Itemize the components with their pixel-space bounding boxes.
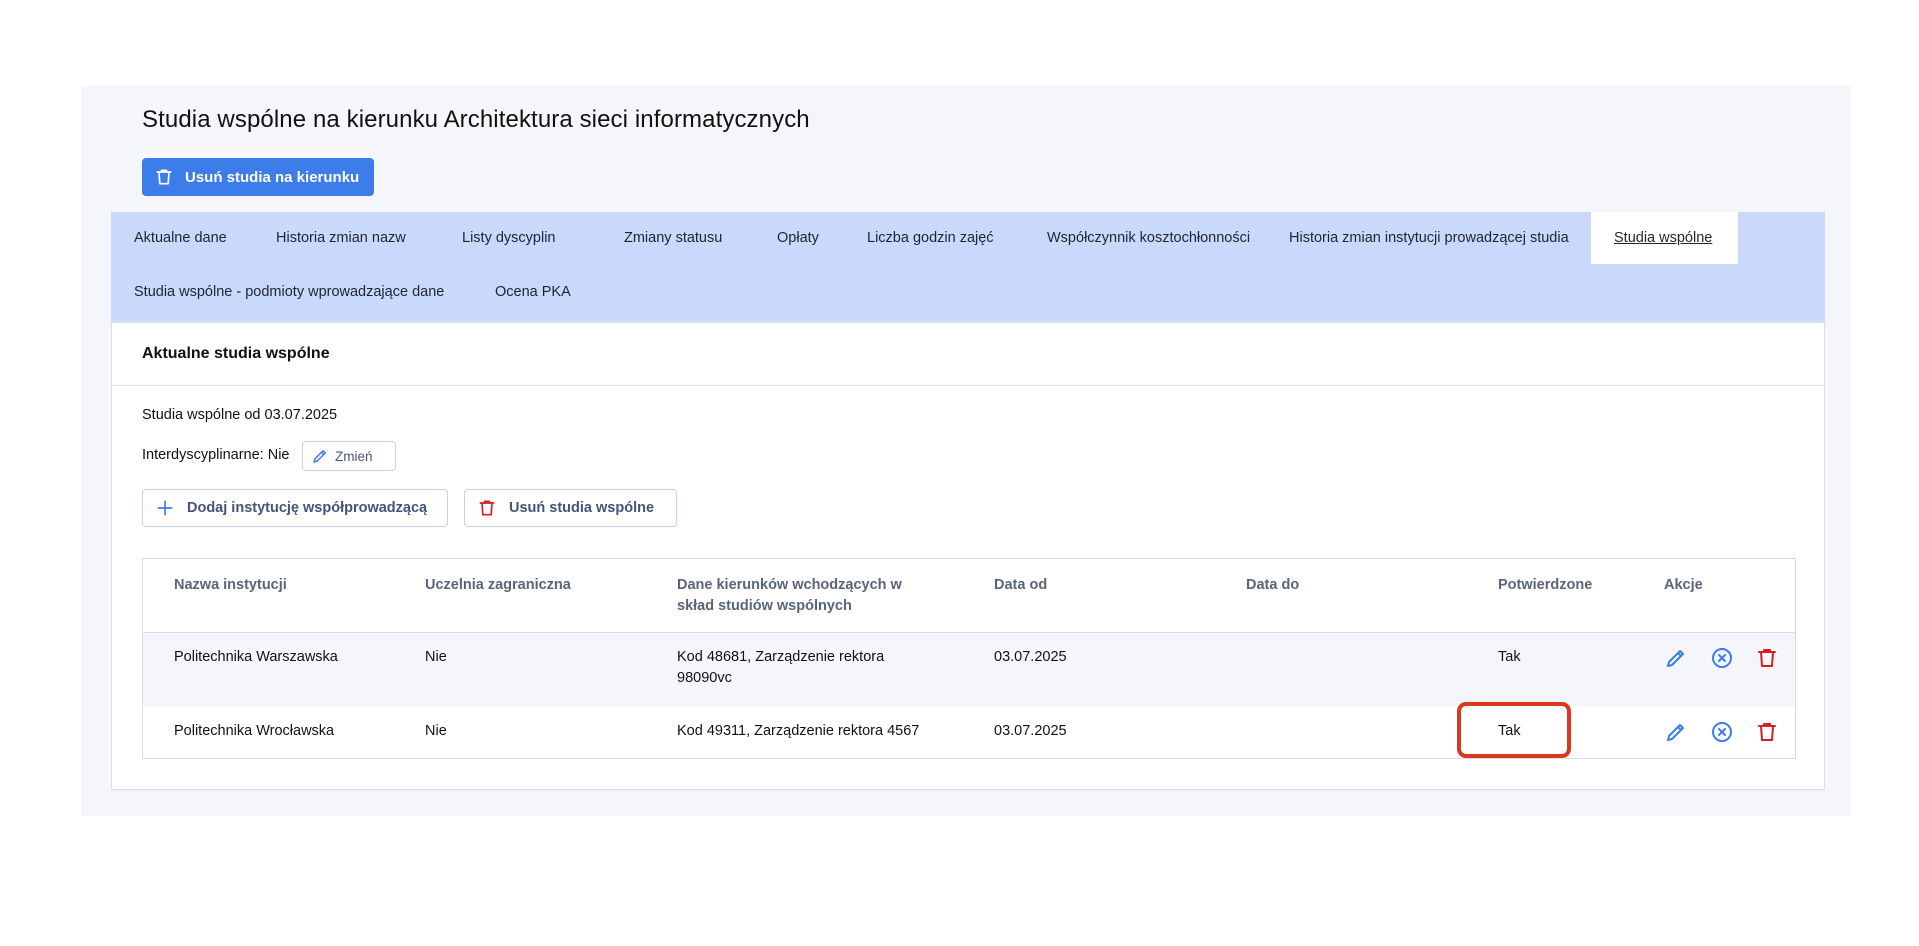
cell-programs: Kod 49311, Zarządzenie rektora 4567 xyxy=(677,721,919,742)
plus-icon xyxy=(157,500,173,516)
tab-status-changes[interactable]: Zmiany statusu xyxy=(601,212,745,264)
tab-bar: Aktualne dane Historia zmian nazw Listy … xyxy=(111,212,1825,322)
tab-name-history[interactable]: Historia zmian nazw xyxy=(253,212,429,264)
cell-confirmed: Tak xyxy=(1498,649,1521,665)
trash-icon[interactable] xyxy=(1755,720,1779,744)
header-date-from: Data od xyxy=(994,577,1048,593)
delete-study-program-label: Usuń studia na kierunku xyxy=(185,168,360,186)
cell-foreign: Nie xyxy=(425,649,447,665)
add-institution-button[interactable]: Dodaj instytucję współprowadzącą xyxy=(142,489,448,527)
cell-programs-line2: 98090vc xyxy=(677,670,732,686)
highlight-annotation xyxy=(1457,702,1571,758)
cell-date-from: 03.07.2025 xyxy=(994,723,1067,739)
pencil-icon[interactable] xyxy=(1664,720,1688,744)
trash-icon xyxy=(479,500,495,516)
add-institution-label: Dodaj instytucję współprowadzącą xyxy=(187,500,428,516)
interdisciplinary-status: Interdyscyplinarne: Nie xyxy=(142,447,290,463)
delete-joint-studies-label: Usuń studia wspólne xyxy=(509,500,655,516)
tab-institution-history[interactable]: Historia zmian instytucji prowadzącej st… xyxy=(1266,212,1592,264)
tab-joint-studies[interactable]: Studia wspólne xyxy=(1591,212,1738,264)
table-row: Politechnika Warszawska Nie Kod 48681, Z… xyxy=(143,633,1795,706)
tab-fees[interactable]: Opłaty xyxy=(754,212,842,264)
close-circle-icon[interactable] xyxy=(1710,646,1734,670)
cell-date-from: 03.07.2025 xyxy=(994,649,1067,665)
change-interdisciplinary-button[interactable]: Zmień xyxy=(302,441,396,471)
delete-study-program-button[interactable]: Usuń studia na kierunku xyxy=(142,158,374,196)
tab-pka-evaluation[interactable]: Ocena PKA xyxy=(472,266,594,318)
header-programs: Dane kierunków wchodzących w skład studi… xyxy=(677,575,902,617)
joint-studies-since: Studia wspólne od 03.07.2025 xyxy=(142,407,338,423)
cell-institution-name: Politechnika Warszawska xyxy=(174,649,338,665)
header-actions: Akcje xyxy=(1664,577,1703,593)
delete-joint-studies-button[interactable]: Usuń studia wspólne xyxy=(464,489,677,527)
cell-programs-line1: Kod 49311, Zarządzenie rektora 4567 xyxy=(677,723,920,739)
cell-programs-line1: Kod 48681, Zarządzenie rektora xyxy=(677,649,885,665)
header-institution-name: Nazwa instytucji xyxy=(174,577,287,593)
header-confirmed: Potwierdzone xyxy=(1498,577,1593,593)
header-foreign-university: Uczelnia zagraniczna xyxy=(425,577,571,593)
cell-foreign: Nie xyxy=(425,723,447,739)
page-title: Studia wspólne na kierunku Architektura … xyxy=(142,106,810,133)
trash-icon xyxy=(156,169,172,185)
header-date-to: Data do xyxy=(1246,577,1300,593)
cell-institution-name: Politechnika Wrocławska xyxy=(174,723,335,739)
card-divider xyxy=(112,385,1824,386)
change-button-label: Zmień xyxy=(335,448,373,464)
pencil-icon xyxy=(313,450,326,463)
tab-discipline-lists[interactable]: Listy dyscyplin xyxy=(439,212,578,264)
table-header: Nazwa instytucji Uczelnia zagraniczna Da… xyxy=(143,559,1795,633)
header-programs-line2: skład studiów wspólnych xyxy=(677,598,852,614)
card-title: Aktualne studia wspólne xyxy=(142,345,330,362)
header-programs-line1: Dane kierunków wchodzących w xyxy=(677,577,902,593)
cell-programs: Kod 48681, Zarządzenie rektora 98090vc xyxy=(677,647,884,689)
tab-joint-studies-entities[interactable]: Studia wspólne - podmioty wprowadzające … xyxy=(111,266,467,318)
tab-current-data[interactable]: Aktualne dane xyxy=(111,212,250,264)
tab-class-hours[interactable]: Liczba godzin zajęć xyxy=(844,212,1017,264)
close-circle-icon[interactable] xyxy=(1710,720,1734,744)
trash-icon[interactable] xyxy=(1755,646,1779,670)
main-panel: Studia wspólne na kierunku Architektura … xyxy=(81,86,1851,816)
pencil-icon[interactable] xyxy=(1664,646,1688,670)
tab-cost-coefficient[interactable]: Współczynnik kosztochłonności xyxy=(1024,212,1273,264)
